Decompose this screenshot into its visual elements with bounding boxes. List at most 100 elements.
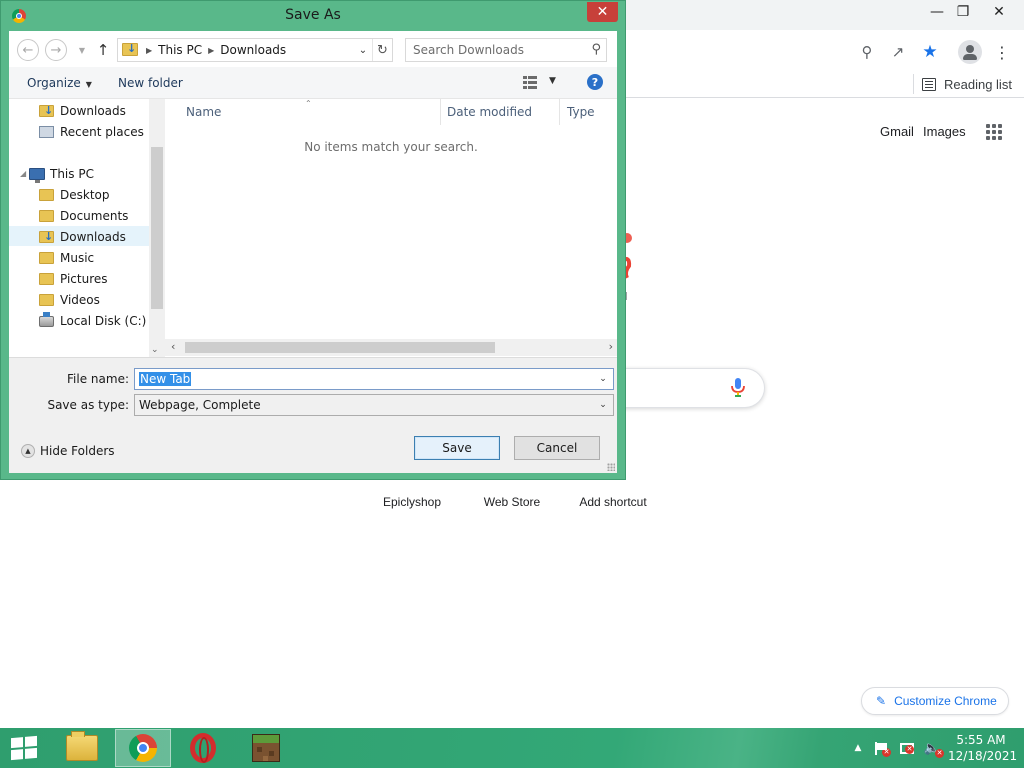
column-header-type[interactable]: Type — [567, 105, 595, 119]
shortcut-add[interactable]: Add shortcut — [576, 495, 650, 509]
up-arrow-icon[interactable]: ↑ — [92, 39, 114, 61]
tree-item-label: Music — [60, 251, 95, 265]
pictures-folder-icon — [39, 273, 54, 285]
tree-item-videos[interactable]: Videos — [9, 290, 149, 310]
chevron-down-icon[interactable]: ⌄ — [595, 397, 611, 413]
navigation-bar: ← → ▼ ↑ ▶ This PC ▶ Downloads ⌄ ↻ Search… — [9, 31, 617, 67]
reading-list-button[interactable]: Reading list — [922, 74, 1012, 94]
tree-item-this-pc[interactable]: This PC — [9, 164, 149, 184]
tree-item-documents[interactable]: Documents — [9, 206, 149, 226]
zoom-icon[interactable]: ⚲ — [855, 40, 879, 64]
tree-item-label: Videos — [60, 293, 100, 307]
tree-item-desktop[interactable]: Desktop — [9, 185, 149, 205]
resize-grip-icon[interactable] — [607, 463, 615, 471]
view-options-icon[interactable] — [523, 76, 539, 90]
share-icon[interactable]: ↗ — [886, 40, 910, 64]
refresh-icon[interactable]: ↻ — [372, 39, 392, 61]
search-input[interactable]: Search Downloads ⚲ — [405, 38, 607, 62]
volume-muted-icon[interactable]: 🔈 ✕ — [923, 739, 945, 758]
save-as-dialog: Save As ✕ ← → ▼ ↑ ▶ This PC ▶ Downloads … — [0, 0, 626, 480]
images-link[interactable]: Images — [923, 124, 966, 139]
column-divider[interactable] — [559, 99, 560, 125]
videos-folder-icon — [39, 294, 54, 306]
downloads-folder-icon — [39, 104, 54, 117]
scrollbar-thumb[interactable] — [151, 147, 163, 309]
organize-button[interactable]: Organize ▼ — [27, 76, 92, 90]
customize-chrome-button[interactable]: ✎ Customize Chrome — [861, 687, 1009, 715]
tree-item-downloads-favorite[interactable]: Downloads — [9, 101, 149, 121]
voice-search-icon[interactable] — [731, 378, 745, 398]
show-hidden-icons-chevron-icon[interactable]: ▲ — [849, 739, 867, 757]
taskbar-minecraft[interactable] — [238, 729, 294, 767]
search-icon[interactable]: ⚲ — [591, 42, 601, 57]
scroll-down-icon[interactable]: ⌄ — [151, 345, 159, 355]
windows-start-icon[interactable] — [11, 735, 37, 761]
cancel-button[interactable]: Cancel — [514, 436, 600, 460]
address-dropdown-icon[interactable]: ⌄ — [356, 39, 370, 61]
taskbar-chrome[interactable] — [115, 729, 171, 767]
file-name-label: File name: — [67, 372, 129, 386]
tree-vertical-scrollbar[interactable]: ⌄ — [149, 99, 165, 357]
chevron-down-icon[interactable]: ⌄ — [595, 371, 611, 387]
music-folder-icon — [39, 252, 54, 264]
file-explorer-icon — [66, 731, 98, 761]
tree-item-label: Downloads — [60, 104, 126, 118]
scroll-left-icon[interactable]: ‹ — [171, 340, 175, 353]
network-icon[interactable]: ✕ — [898, 739, 916, 757]
tree-item-music[interactable]: Music — [9, 248, 149, 268]
tree-item-pictures[interactable]: Pictures — [9, 269, 149, 289]
shortcut-epiclyshop[interactable]: Epiclyshop — [380, 495, 444, 509]
dialog-close-button[interactable]: ✕ — [587, 2, 618, 22]
gmail-link[interactable]: Gmail — [880, 124, 914, 139]
tree-item-label: Downloads — [60, 229, 126, 244]
forward-icon[interactable]: → — [45, 39, 67, 61]
column-header-date-modified[interactable]: Date modified — [447, 105, 532, 119]
save-type-select[interactable]: Webpage, Complete ⌄ — [134, 394, 614, 416]
clock-date: 12/18/2021 — [948, 749, 1018, 763]
back-icon[interactable]: ← — [17, 39, 39, 61]
tree-item-label: Local Disk (C:) — [60, 314, 147, 328]
column-divider[interactable] — [440, 99, 441, 125]
taskbar-file-explorer[interactable] — [54, 729, 110, 767]
scroll-right-icon[interactable]: › — [609, 340, 613, 353]
clock-time: 5:55 AM — [956, 733, 1006, 747]
column-header-name[interactable]: Name — [186, 105, 221, 119]
tree-item-recent-places[interactable]: Recent places — [9, 122, 149, 142]
tree-item-downloads[interactable]: Downloads — [9, 226, 149, 246]
recent-locations-chevron-icon[interactable]: ▼ — [71, 39, 93, 61]
taskbar-opera[interactable] — [175, 729, 231, 767]
hide-folders-button[interactable]: ▲ Hide Folders — [21, 444, 115, 458]
file-name-field[interactable]: New Tab ⌄ — [134, 368, 614, 390]
taskbar-clock[interactable]: 5:55 AM 12/18/2021 — [948, 732, 1018, 764]
address-bar[interactable]: ▶ This PC ▶ Downloads ⌄ ↻ — [117, 38, 393, 62]
tree-item-local-disk[interactable]: Local Disk (C:) — [9, 311, 149, 331]
command-toolbar: Organize ▼ New folder ▼ ? — [9, 67, 617, 99]
bookmark-star-icon[interactable]: ★ — [918, 40, 942, 64]
opera-icon — [190, 733, 216, 763]
scrollbar-thumb[interactable] — [185, 342, 495, 353]
dialog-title: Save As — [285, 7, 341, 23]
profile-avatar[interactable] — [958, 40, 982, 64]
google-apps-icon[interactable] — [986, 124, 1002, 140]
file-name-value[interactable]: New Tab — [139, 372, 192, 386]
downloads-folder-icon — [39, 230, 54, 243]
breadcrumb-separator-icon[interactable]: ▶ — [146, 46, 152, 55]
computer-icon — [29, 168, 45, 183]
hide-folders-label: Hide Folders — [40, 444, 115, 458]
breadcrumb-downloads[interactable]: Downloads — [220, 43, 286, 57]
breadcrumb-separator-icon[interactable]: ▶ — [208, 46, 214, 55]
action-center-flag-icon[interactable]: ✕ — [873, 739, 891, 757]
window-close-button[interactable]: ✕ — [976, 0, 1022, 24]
save-type-label: Save as type: — [47, 398, 129, 412]
chrome-menu-icon[interactable]: ⋮ — [990, 40, 1014, 64]
dialog-titlebar[interactable]: Save As ✕ — [1, 1, 625, 31]
minecraft-icon — [252, 734, 280, 762]
save-button[interactable]: Save — [414, 436, 500, 460]
help-icon[interactable]: ? — [587, 74, 603, 90]
shortcut-web-store[interactable]: Web Store — [480, 495, 544, 509]
list-horizontal-scrollbar[interactable]: ‹ › — [165, 339, 617, 356]
view-dropdown-icon[interactable]: ▼ — [549, 76, 556, 86]
tree-item-label: Pictures — [60, 272, 108, 286]
breadcrumb-this-pc[interactable]: This PC — [158, 43, 202, 57]
new-folder-button[interactable]: New folder — [118, 76, 183, 90]
